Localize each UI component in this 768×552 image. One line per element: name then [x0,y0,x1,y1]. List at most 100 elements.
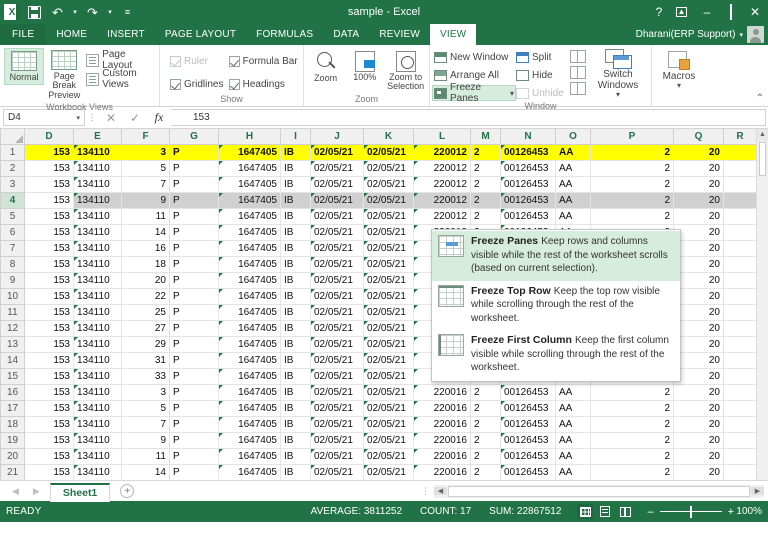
cell-E6[interactable]: 134110 [74,224,122,240]
cell-E9[interactable]: 134110 [74,272,122,288]
cell-I3[interactable]: IB [281,176,311,192]
cell-L2[interactable]: 220012 [414,160,471,176]
cell-Q12[interactable]: 20 [674,320,724,336]
cell-Q14[interactable]: 20 [674,352,724,368]
column-header-N[interactable]: N [501,129,556,144]
row-header-10[interactable]: 10 [1,288,25,304]
cell-D5[interactable]: 153 [25,208,74,224]
cell-R10[interactable] [724,288,757,304]
cell-G14[interactable]: P [170,352,219,368]
cell-I10[interactable]: IB [281,288,311,304]
cell-K15[interactable]: 02/05/21 [364,368,414,384]
cell-F1[interactable]: 3 [122,144,170,160]
freeze-panes-button[interactable]: Freeze Panes ▾ [432,85,516,101]
sheet-tab-sheet1[interactable]: Sheet1 [50,483,110,502]
cell-J13[interactable]: 02/05/21 [311,336,364,352]
cell-G18[interactable]: P [170,416,219,432]
cell-I14[interactable]: IB [281,352,311,368]
cell-R11[interactable] [724,304,757,320]
zoom-to-selection-button[interactable]: Zoom to Selection [386,51,425,92]
cell-D7[interactable]: 153 [25,240,74,256]
synchronous-scrolling-icon[interactable] [570,66,586,79]
checkbox-formula-bar[interactable]: Formula Bar [229,53,299,69]
cell-J1[interactable]: 02/05/21 [311,144,364,160]
cell-G19[interactable]: P [170,432,219,448]
cell-D17[interactable]: 153 [25,400,74,416]
cell-R20[interactable] [724,448,757,464]
cell-E11[interactable]: 134110 [74,304,122,320]
tab-formulas[interactable]: FORMULAS [246,24,323,45]
cell-D19[interactable]: 153 [25,432,74,448]
cell-G8[interactable]: P [170,256,219,272]
cell-J6[interactable]: 02/05/21 [311,224,364,240]
account-area[interactable]: Dharani(ERP Support) ▾ [636,24,768,45]
cell-Q9[interactable]: 20 [674,272,724,288]
cell-P4[interactable]: 2 [591,192,674,208]
cell-P17[interactable]: 2 [591,400,674,416]
cell-Q11[interactable]: 20 [674,304,724,320]
cell-L17[interactable]: 220016 [414,400,471,416]
cell-E8[interactable]: 134110 [74,256,122,272]
page-break-view-shortcut[interactable] [617,504,633,519]
cell-Q17[interactable]: 20 [674,400,724,416]
cell-E1[interactable]: 134110 [74,144,122,160]
cell-G1[interactable]: P [170,144,219,160]
cell-J12[interactable]: 02/05/21 [311,320,364,336]
cell-R9[interactable] [724,272,757,288]
collapse-ribbon-icon[interactable]: ⌃ [756,93,764,104]
cell-K16[interactable]: 02/05/21 [364,384,414,400]
cell-P21[interactable]: 2 [591,464,674,480]
cell-E4[interactable]: 134110 [74,192,122,208]
tab-file[interactable]: FILE [0,24,46,45]
cell-H8[interactable]: 1647405 [219,256,281,272]
cell-D12[interactable]: 153 [25,320,74,336]
hide-button[interactable]: Hide [516,67,570,83]
cell-G15[interactable]: P [170,368,219,384]
cell-Q13[interactable]: 20 [674,336,724,352]
row-header-8[interactable]: 8 [1,256,25,272]
column-header-O[interactable]: O [556,129,591,144]
cell-Q20[interactable]: 20 [674,448,724,464]
cell-H6[interactable]: 1647405 [219,224,281,240]
row-header-1[interactable]: 1 [1,144,25,160]
cell-I17[interactable]: IB [281,400,311,416]
reset-window-position-icon[interactable] [570,82,586,95]
cell-H19[interactable]: 1647405 [219,432,281,448]
cell-N18[interactable]: 00126453 [501,416,556,432]
page-break-preview-button[interactable]: Page Break Preview [44,48,84,102]
cell-G13[interactable]: P [170,336,219,352]
sheet-next-icon[interactable]: ▶ [33,486,40,497]
cell-K19[interactable]: 02/05/21 [364,432,414,448]
cell-I20[interactable]: IB [281,448,311,464]
cell-I11[interactable]: IB [281,304,311,320]
zoom-100-button[interactable]: 100% [347,51,382,82]
cell-F6[interactable]: 14 [122,224,170,240]
cell-R4[interactable] [724,192,757,208]
cell-F18[interactable]: 7 [122,416,170,432]
cell-P16[interactable]: 2 [591,384,674,400]
cell-H21[interactable]: 1647405 [219,464,281,480]
cell-L1[interactable]: 220012 [414,144,471,160]
cell-J19[interactable]: 02/05/21 [311,432,364,448]
cell-M4[interactable]: 2 [471,192,501,208]
cell-O21[interactable]: AA [556,464,591,480]
cell-N5[interactable]: 00126453 [501,208,556,224]
cell-J9[interactable]: 02/05/21 [311,272,364,288]
cell-D11[interactable]: 153 [25,304,74,320]
cell-I15[interactable]: IB [281,368,311,384]
cell-O18[interactable]: AA [556,416,591,432]
cell-M2[interactable]: 2 [471,160,501,176]
cell-H20[interactable]: 1647405 [219,448,281,464]
cell-F10[interactable]: 22 [122,288,170,304]
cell-L16[interactable]: 220016 [414,384,471,400]
cell-E12[interactable]: 134110 [74,320,122,336]
cell-L19[interactable]: 220016 [414,432,471,448]
cell-G10[interactable]: P [170,288,219,304]
cell-O5[interactable]: AA [556,208,591,224]
cell-K1[interactable]: 02/05/21 [364,144,414,160]
cell-E18[interactable]: 134110 [74,416,122,432]
cell-D2[interactable]: 153 [25,160,74,176]
cell-O3[interactable]: AA [556,176,591,192]
cell-G12[interactable]: P [170,320,219,336]
cell-G9[interactable]: P [170,272,219,288]
